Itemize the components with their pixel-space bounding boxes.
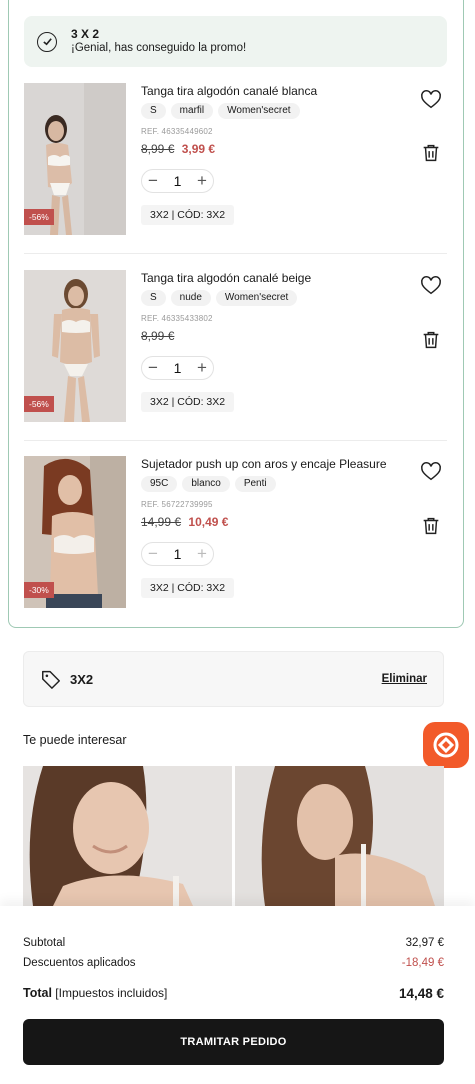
promo-chip: 3X2 | CÓD: 3X2 — [141, 392, 235, 412]
size-tag: S — [141, 290, 166, 306]
decrease-button[interactable]: − — [148, 544, 158, 564]
product-name[interactable]: Tanga tira algodón canalé beige — [141, 271, 311, 285]
increase-button[interactable]: + — [197, 358, 207, 378]
color-tag: marfil — [170, 103, 214, 119]
coupon-code: 3X2 — [70, 671, 94, 687]
product-image[interactable]: -56% — [24, 270, 126, 422]
brand-tag: Women'secret — [215, 290, 298, 306]
decrease-button[interactable]: − — [148, 358, 158, 378]
quantity-value: 1 — [173, 546, 182, 562]
brand-tag: Women'secret — [218, 103, 300, 119]
new-price: 3,99 € — [181, 142, 216, 156]
promo-chip: 3X2 | CÓD: 3X2 — [141, 205, 235, 225]
cart-item: -30% Sujetador push up con aros y encaje… — [24, 456, 447, 608]
remove-coupon-link[interactable]: Eliminar — [382, 673, 427, 685]
product-ref: REF. 46335449602 — [141, 127, 213, 136]
total-row: Total [Impuestos incluidos] 14,48 € — [23, 986, 444, 1001]
discount-row: Descuentos aplicados -18,49 € — [23, 957, 444, 969]
promo-subtitle: ¡Genial, has conseguido la promo! — [71, 42, 247, 54]
recommendations-title: Te puede interesar — [23, 733, 127, 747]
new-price: 10,49 € — [188, 515, 229, 529]
size-tag: S — [141, 103, 166, 119]
item-divider — [24, 440, 447, 441]
increase-button[interactable]: + — [197, 171, 207, 191]
promo-chip: 3X2 | CÓD: 3X2 — [141, 578, 235, 598]
subtotal-row: Subtotal 32,97 € — [23, 937, 444, 949]
old-price: 8,99 € — [141, 329, 175, 343]
size-tag: 95C — [141, 476, 178, 492]
recommended-product-image[interactable] — [23, 766, 232, 906]
subtotal-value: 32,97 € — [405, 937, 444, 949]
recommended-product-image[interactable] — [235, 766, 444, 906]
old-price: 8,99 € — [141, 142, 175, 156]
total-note: [Impuestos incluidos] — [55, 986, 168, 1000]
heart-icon[interactable] — [419, 274, 443, 298]
cart-item: -56% Tanga tira algodón canalé beige S n… — [24, 270, 447, 422]
trash-icon[interactable] — [419, 328, 443, 352]
increase-button[interactable]: + — [197, 544, 207, 564]
product-name[interactable]: Sujetador push up con aros y encaje Plea… — [141, 457, 387, 471]
discount-badge: -56% — [24, 209, 54, 225]
promo-title: 3 X 2 — [71, 27, 100, 41]
floating-action-button[interactable] — [423, 722, 469, 768]
quantity-stepper: − 1 + — [141, 542, 214, 566]
quantity-value: 1 — [173, 360, 182, 376]
check-circle-icon — [37, 31, 57, 52]
color-tag: nude — [170, 290, 211, 306]
product-image[interactable]: -30% — [24, 456, 126, 608]
total-value: 14,48 € — [398, 986, 444, 1001]
old-price: 14,99 € — [141, 515, 182, 529]
product-image[interactable]: -56% — [24, 83, 126, 235]
heart-icon[interactable] — [419, 460, 443, 484]
cart-item: -56% Tanga tira algodón canalé blanca S … — [24, 83, 447, 235]
quantity-stepper: − 1 + — [141, 356, 214, 380]
discount-value: -18,49 € — [401, 957, 444, 969]
subtotal-label: Subtotal — [23, 937, 66, 949]
discount-label: Descuentos aplicados — [23, 957, 136, 969]
product-name[interactable]: Tanga tira algodón canalé blanca — [141, 84, 317, 98]
checkout-button[interactable]: TRAMITAR PEDIDO — [23, 1019, 444, 1065]
discount-badge: -30% — [24, 582, 54, 598]
product-ref: REF. 56722739995 — [141, 500, 213, 509]
promo-banner: 3 X 2 ¡Genial, has conseguido la promo! — [24, 16, 447, 67]
decrease-button[interactable]: − — [148, 171, 158, 191]
product-ref: REF. 46335433802 — [141, 314, 213, 323]
assistant-icon — [433, 732, 459, 758]
item-divider — [24, 253, 447, 254]
trash-icon[interactable] — [419, 514, 443, 538]
quantity-value: 1 — [173, 173, 182, 189]
heart-icon[interactable] — [419, 88, 443, 112]
brand-tag: Penti — [234, 476, 276, 492]
color-tag: blanco — [182, 476, 230, 492]
applied-coupon: 3X2 Eliminar — [23, 651, 444, 707]
total-label: Total — [23, 986, 52, 1000]
discount-badge: -56% — [24, 396, 54, 412]
tag-icon — [42, 670, 60, 689]
trash-icon[interactable] — [419, 141, 443, 165]
quantity-stepper: − 1 + — [141, 169, 214, 193]
